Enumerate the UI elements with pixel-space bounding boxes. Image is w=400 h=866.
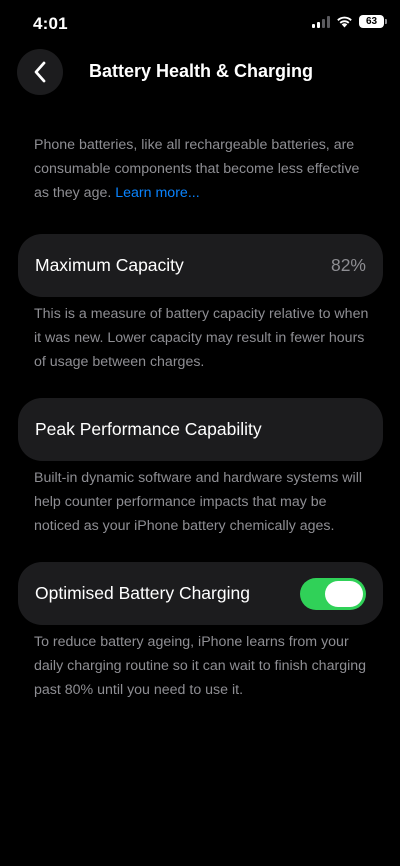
peak-performance-row[interactable]: Peak Performance Capability <box>18 398 383 461</box>
status-bar: 4:01 63 <box>0 0 400 44</box>
peak-performance-description: Built-in dynamic software and hardware s… <box>34 470 363 534</box>
learn-more-link[interactable]: Learn more... <box>115 185 199 201</box>
intro-description: Phone batteries, like all rechargeable b… <box>34 133 374 205</box>
optimised-charging-description: To reduce battery ageing, iPhone learns … <box>34 634 367 698</box>
status-indicators: 63 <box>312 15 387 28</box>
status-time: 4:01 <box>33 14 68 33</box>
page-title: Battery Health & Charging <box>89 61 314 81</box>
maximum-capacity-row: Maximum Capacity 82% <box>18 234 383 297</box>
optimised-charging-toggle[interactable] <box>300 577 366 610</box>
wifi-icon <box>337 16 352 28</box>
maximum-capacity-value: 82% <box>330 255 366 275</box>
maximum-capacity-description: This is a measure of battery capacity re… <box>34 306 369 370</box>
chevron-left-icon <box>34 61 46 83</box>
battery-icon: 63 <box>359 15 387 28</box>
peak-performance-label: Peak Performance Capability <box>35 419 262 439</box>
battery-level: 63 <box>365 16 378 27</box>
optimised-charging-label: Optimised Battery Charging <box>35 583 250 603</box>
optimised-charging-row: Optimised Battery Charging <box>18 562 383 625</box>
toggle-knob <box>325 580 363 607</box>
maximum-capacity-label: Maximum Capacity <box>35 255 184 275</box>
cellular-signal-icon <box>312 15 330 28</box>
back-button[interactable] <box>17 49 63 95</box>
